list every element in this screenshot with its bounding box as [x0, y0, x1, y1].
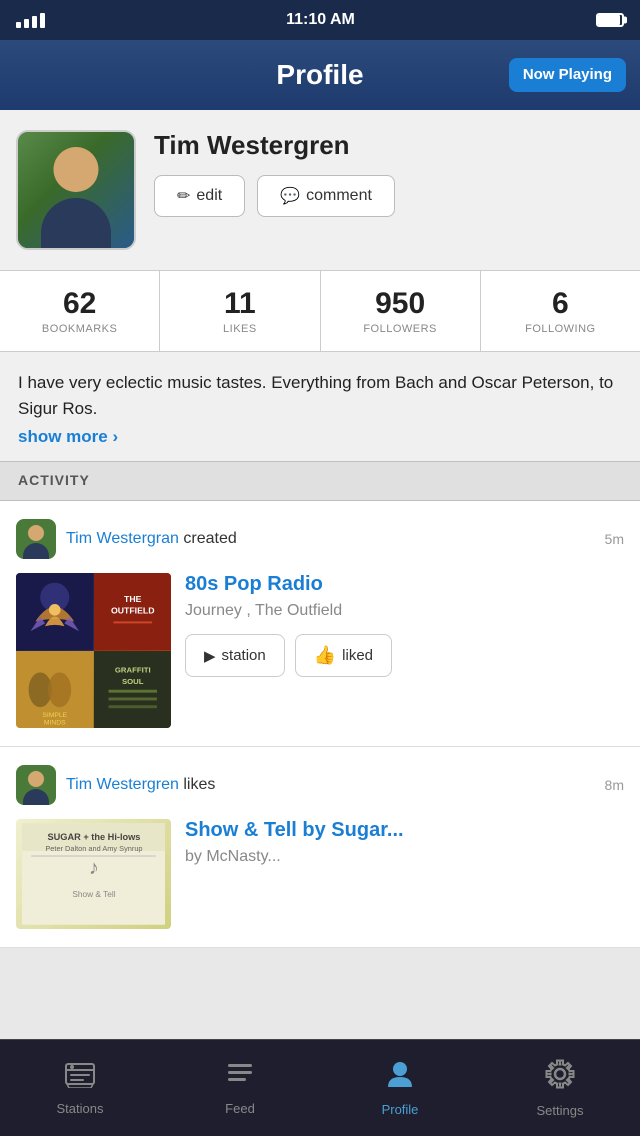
- activity-user-row-2: Tim Westergren likes: [16, 765, 215, 805]
- play-icon: ▶: [204, 647, 216, 665]
- activity-user-row-1: Tim Westergran created: [16, 519, 237, 559]
- play-station-button[interactable]: ▶ station: [185, 634, 285, 677]
- pencil-icon: ✏: [177, 186, 190, 206]
- svg-text:GRAFFITI: GRAFFITI: [114, 665, 150, 674]
- activity-label: ACTIVITY: [18, 472, 90, 488]
- activity-item-2-top: Tim Westergren likes 8m: [16, 765, 624, 805]
- svg-text:SOUL: SOUL: [121, 676, 143, 685]
- bookmarks-count: 62: [8, 287, 151, 321]
- liked-button[interactable]: 👍 liked: [295, 634, 392, 677]
- svg-text:OUTFIELD: OUTFIELD: [110, 606, 154, 616]
- svg-text:SIMPLE: SIMPLE: [42, 711, 67, 718]
- user-avatar-2: [16, 765, 56, 805]
- followers-label: FOLLOWERS: [329, 323, 472, 335]
- art-cell-4: GRAFFITI SOUL: [94, 651, 172, 729]
- settings-tab-label: Settings: [537, 1103, 584, 1118]
- likes-label: LIKES: [168, 323, 311, 335]
- svg-text:Show & Tell: Show & Tell: [72, 889, 115, 899]
- header: Profile Now Playing: [0, 40, 640, 110]
- comment-button[interactable]: 💬 comment: [257, 175, 395, 217]
- now-playing-button[interactable]: Now Playing: [509, 58, 626, 92]
- stations-icon: [64, 1060, 96, 1095]
- tab-stations[interactable]: Stations: [0, 1040, 160, 1136]
- comment-icon: 💬: [280, 186, 300, 206]
- activity-desc-2: Tim Westergren likes: [66, 776, 215, 794]
- bio-text: I have very eclectic music tastes. Every…: [18, 370, 622, 421]
- activity-time-2: 8m: [605, 777, 624, 793]
- bio-section: I have very eclectic music tastes. Every…: [0, 352, 640, 461]
- profile-info: Tim Westergren ✏ edit 💬 comment: [154, 130, 624, 217]
- following-count: 6: [489, 287, 632, 321]
- activity-item-2: Tim Westergren likes 8m SUGAR + the Hi-l…: [0, 747, 640, 948]
- station-name-1[interactable]: 80s Pop Radio: [185, 573, 624, 596]
- signal-icon: [16, 13, 45, 28]
- station-artists-1: Journey , The Outfield: [185, 602, 624, 620]
- profile-icon: [384, 1059, 416, 1096]
- followers-stat[interactable]: 950 FOLLOWERS: [321, 271, 481, 351]
- status-time: 11:10 AM: [286, 11, 355, 29]
- station-buttons-1: ▶ station 👍 liked: [185, 634, 624, 677]
- station-content-1: THE OUTFIELD SIMPLE MINDS GRAF: [16, 573, 624, 728]
- edit-button[interactable]: ✏ edit: [154, 175, 245, 217]
- bookmarks-label: BOOKMARKS: [8, 323, 151, 335]
- svg-text:♪: ♪: [89, 857, 99, 879]
- activity-header: ACTIVITY: [0, 461, 640, 501]
- station-info-2: Show & Tell by Sugar... by McNasty...: [185, 819, 624, 929]
- profile-actions: ✏ edit 💬 comment: [154, 175, 624, 217]
- avatar: [16, 130, 136, 250]
- station-info-1: 80s Pop Radio Journey , The Outfield ▶ s…: [185, 573, 624, 728]
- profile-tab-label: Profile: [382, 1102, 419, 1117]
- activity-item-1: Tim Westergran created 5m: [0, 501, 640, 747]
- svg-text:THE: THE: [124, 594, 142, 604]
- bookmarks-stat[interactable]: 62 BOOKMARKS: [0, 271, 160, 351]
- art-cell-1: [16, 573, 94, 651]
- album-subtext-2: by McNasty...: [185, 848, 624, 866]
- activity-time-1: 5m: [605, 531, 624, 547]
- tab-profile[interactable]: Profile: [320, 1040, 480, 1136]
- following-label: FOLLOWING: [489, 323, 632, 335]
- art-cell-2: THE OUTFIELD: [94, 573, 172, 651]
- profile-name: Tim Westergren: [154, 130, 624, 161]
- feed-tab-label: Feed: [225, 1101, 255, 1116]
- followers-count: 950: [329, 287, 472, 321]
- stations-tab-label: Stations: [57, 1101, 104, 1116]
- album-art-2: SUGAR + the Hi-lows Peter Dalton and Amy…: [16, 819, 171, 929]
- feed-icon: [224, 1060, 256, 1095]
- station-art-1: THE OUTFIELD SIMPLE MINDS GRAF: [16, 573, 171, 728]
- activity-desc-1: Tim Westergran created: [66, 530, 237, 548]
- activity-user-link-1[interactable]: Tim Westergran: [66, 530, 179, 547]
- likes-count: 11: [168, 287, 311, 321]
- art-cell-3: SIMPLE MINDS: [16, 651, 94, 729]
- settings-icon: [544, 1058, 576, 1097]
- svg-text:MINDS: MINDS: [44, 719, 66, 726]
- likes-stat[interactable]: 11 LIKES: [160, 271, 320, 351]
- following-stat[interactable]: 6 FOLLOWING: [481, 271, 640, 351]
- profile-section: Tim Westergren ✏ edit 💬 comment: [0, 110, 640, 270]
- activity-item-1-top: Tim Westergran created 5m: [16, 519, 624, 559]
- battery-icon: [596, 13, 624, 27]
- station-content-2: SUGAR + the Hi-lows Peter Dalton and Amy…: [16, 819, 624, 929]
- activity-user-link-2[interactable]: Tim Westergren: [66, 776, 179, 793]
- album-name-2[interactable]: Show & Tell by Sugar...: [185, 819, 624, 842]
- svg-text:SUGAR + the Hi-lows: SUGAR + the Hi-lows: [47, 832, 140, 842]
- user-avatar-1: [16, 519, 56, 559]
- show-more-link[interactable]: show more ›: [18, 427, 118, 447]
- page-title: Profile: [276, 59, 363, 91]
- thumbs-up-icon: 👍: [314, 645, 336, 666]
- tab-settings[interactable]: Settings: [480, 1040, 640, 1136]
- status-bar: 11:10 AM: [0, 0, 640, 40]
- tab-bar: Stations Feed Profile: [0, 1039, 640, 1136]
- tab-feed[interactable]: Feed: [160, 1040, 320, 1136]
- stats-bar: 62 BOOKMARKS 11 LIKES 950 FOLLOWERS 6 FO…: [0, 270, 640, 352]
- svg-text:Peter Dalton and Amy Synrup: Peter Dalton and Amy Synrup: [45, 844, 142, 853]
